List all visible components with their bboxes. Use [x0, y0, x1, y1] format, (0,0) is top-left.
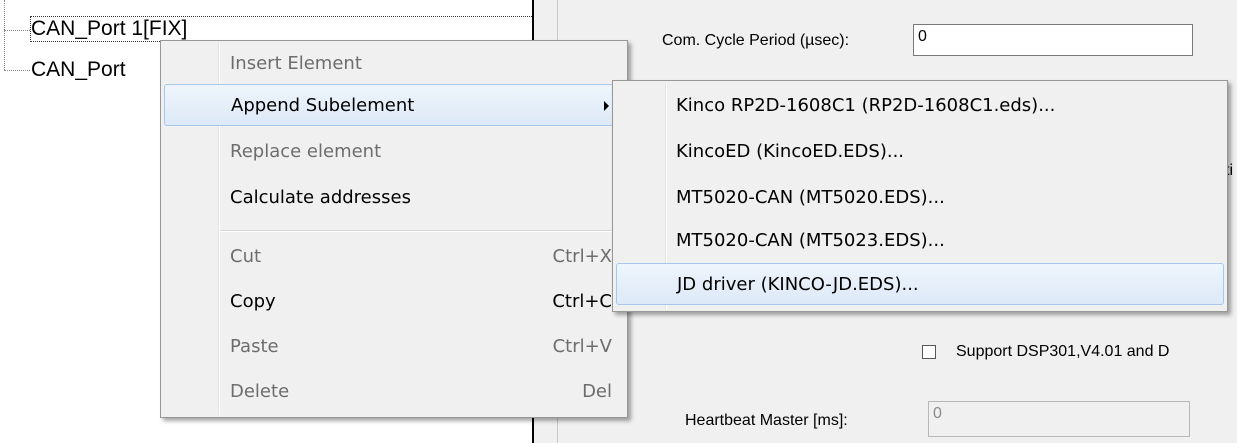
menu-item-calculate-addresses[interactable]: Calculate addresses [164, 177, 624, 219]
heartbeat-master-field[interactable]: 0 [928, 401, 1190, 437]
submenu-item-mt5023[interactable]: MT5020-CAN (MT5023.EDS)... [616, 220, 1224, 262]
tree-item-can-port-2[interactable]: CAN_Port [31, 58, 126, 82]
menu-item-copy[interactable]: Copy Ctrl+C [164, 281, 624, 323]
menu-item-replace-element[interactable]: Replace element [164, 131, 624, 173]
menu-item-insert-element[interactable]: Insert Element [164, 43, 624, 85]
menu-item-paste[interactable]: Paste Ctrl+V [164, 326, 624, 368]
dsp301-checkbox[interactable] [922, 345, 936, 359]
cycle-period-field[interactable]: 0 [913, 24, 1193, 56]
context-menu: Insert Element Append Subelement Replace… [160, 40, 628, 418]
submenu-item-kincoed[interactable]: KincoED (KincoED.EDS)... [616, 131, 1224, 173]
menu-item-append-subelement[interactable]: Append Subelement [164, 84, 624, 126]
menu-item-delete[interactable]: Delete Del [164, 371, 624, 413]
submenu-item-kinco-rp2d[interactable]: Kinco RP2D-1608C1 (RP2D-1608C1.eds)... [616, 85, 1224, 127]
submenu-item-jd-driver[interactable]: JD driver (KINCO-JD.EDS)... [616, 263, 1224, 305]
submenu-item-mt5020[interactable]: MT5020-CAN (MT5020.EDS)... [616, 177, 1224, 219]
append-subelement-submenu: Kinco RP2D-1608C1 (RP2D-1608C1.eds)... K… [612, 80, 1228, 312]
dsp301-label: Support DSP301,V4.01 and D [956, 343, 1170, 360]
tree-connector [4, 30, 30, 31]
cycle-period-label: Com. Cycle Period (µsec): [662, 32, 850, 49]
tree-connector [4, 70, 30, 71]
menu-separator [221, 230, 621, 232]
menu-item-cut[interactable]: Cut Ctrl+X [164, 236, 624, 278]
heartbeat-master-label: Heartbeat Master [ms]: [685, 412, 848, 429]
tree-connector [4, 0, 5, 70]
tree-item-can-port-1[interactable]: CAN_Port 1[FIX] [29, 16, 549, 42]
submenu-arrow-icon [604, 101, 609, 111]
